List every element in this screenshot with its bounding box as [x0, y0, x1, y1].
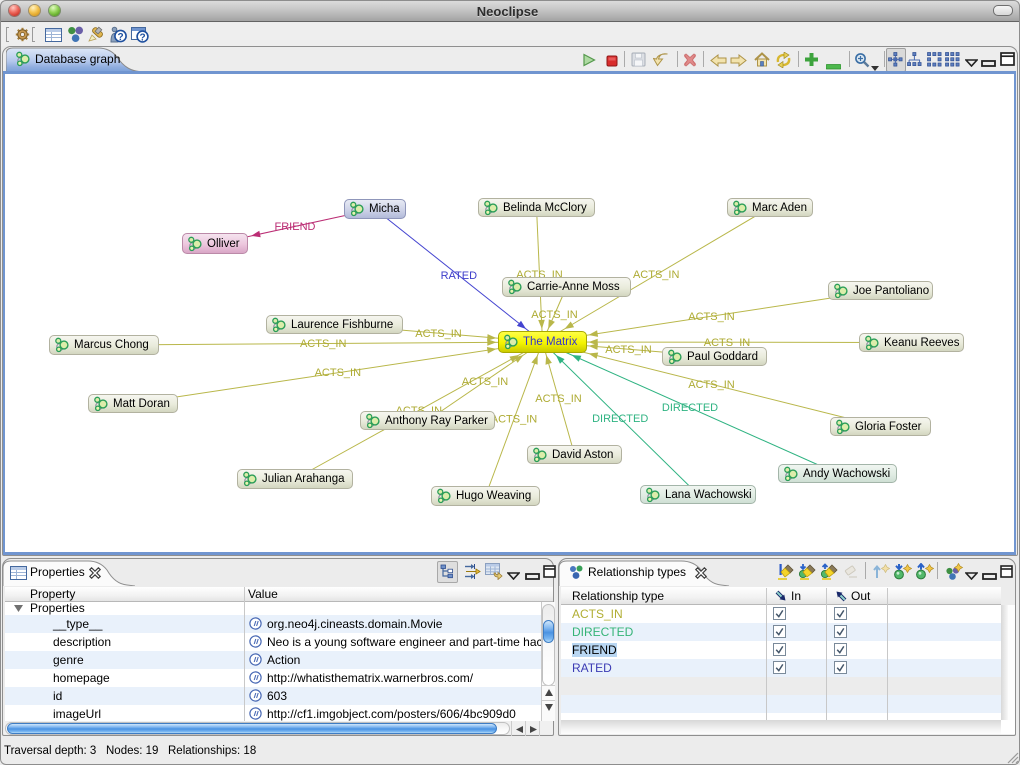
- svg-text:DIRECTED: DIRECTED: [592, 413, 648, 425]
- svg-text:ACTS_IN: ACTS_IN: [462, 376, 509, 388]
- svg-text:ACTS_IN: ACTS_IN: [688, 379, 735, 391]
- svg-text:ACTS_IN: ACTS_IN: [688, 311, 735, 323]
- svg-text:ACTS_IN: ACTS_IN: [491, 414, 538, 426]
- svg-text:DIRECTED: DIRECTED: [662, 402, 718, 414]
- svg-text:ACTS_IN: ACTS_IN: [415, 328, 462, 340]
- svg-text:RATED: RATED: [441, 270, 478, 282]
- svg-text:ACTS_IN: ACTS_IN: [300, 338, 347, 350]
- svg-text:?: ?: [117, 32, 123, 43]
- svg-text:ACTS_IN: ACTS_IN: [605, 344, 652, 356]
- svg-text:?: ?: [139, 32, 145, 43]
- svg-text:ACTS_IN: ACTS_IN: [315, 367, 362, 379]
- svg-text:ACTS_IN: ACTS_IN: [633, 269, 680, 281]
- svg-text:ACTS_IN: ACTS_IN: [531, 309, 578, 321]
- svg-text:ACTS_IN: ACTS_IN: [535, 393, 582, 405]
- svg-text:FRIEND: FRIEND: [275, 221, 316, 233]
